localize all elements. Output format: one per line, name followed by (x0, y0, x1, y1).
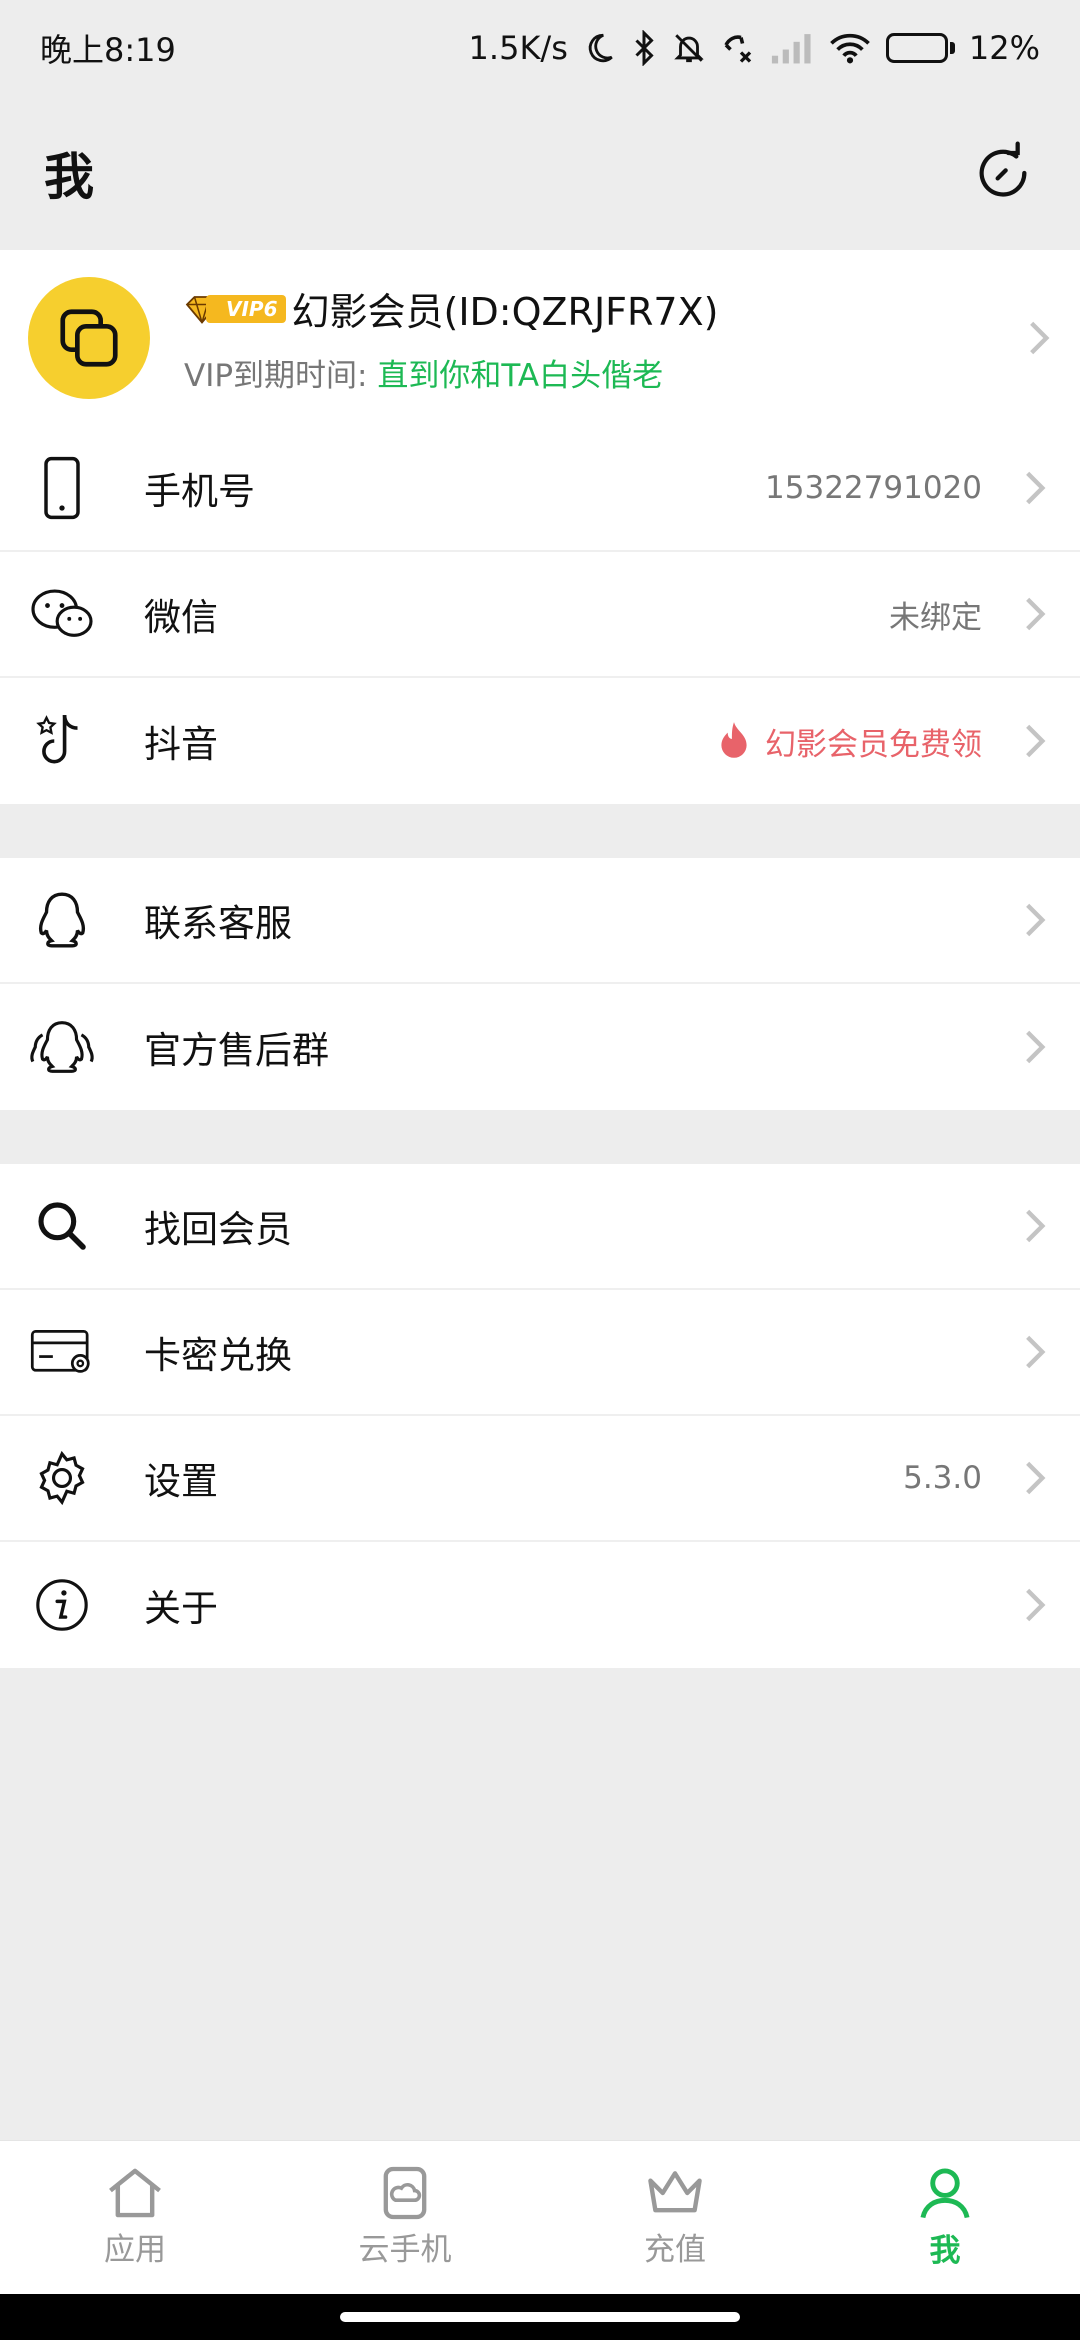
row-wechat[interactable]: 微信 未绑定 (0, 552, 1080, 678)
row-settings-label: 设置 (144, 1460, 218, 1503)
row-settings[interactable]: 设置 5.3.0 (0, 1416, 1080, 1542)
profile-card[interactable]: VIP6 幻影会员(ID:QZRJFR7X) VIP到期时间: 直到你和TA白头… (0, 250, 1080, 426)
home-indicator[interactable] (340, 2312, 740, 2322)
profile-info: VIP6 幻影会员(ID:QZRJFR7X) VIP到期时间: 直到你和TA白头… (184, 281, 1026, 395)
refresh-icon (979, 141, 1027, 197)
avatar (28, 277, 150, 399)
vip-expiry-value: 直到你和TA白头偕老 (377, 358, 664, 394)
battery-icon (885, 33, 955, 63)
flame-icon (721, 722, 747, 758)
row-phone-value: 15322791020 (765, 470, 982, 506)
chevron-right-icon (1026, 318, 1052, 358)
qq-group-icon (28, 1013, 96, 1081)
chevron-right-icon (1022, 468, 1048, 508)
chevron-right-icon (1022, 594, 1048, 634)
chevron-right-icon (1022, 1585, 1048, 1625)
nav-recharge-label: 充值 (644, 2232, 706, 2268)
status-icons: 1.5K/s 12% (469, 28, 1040, 68)
crown-icon (648, 2171, 702, 2213)
wechat-icon (28, 580, 96, 648)
row-douyin[interactable]: 抖音 幻影会员免费领 (0, 678, 1080, 804)
signal-icon (770, 28, 814, 68)
search-icon (28, 1192, 96, 1260)
account-group: 手机号 15322791020 微信 未绑定 抖音 幻影会员免费领 (0, 426, 1080, 804)
row-recover-member[interactable]: 找回会员 (0, 1164, 1080, 1290)
profile-name-row: VIP6 幻影会员(ID:QZRJFR7X) (184, 281, 1026, 336)
call-blocked-icon (720, 28, 756, 68)
nav-cloud-phone-label: 云手机 (358, 2232, 452, 2268)
nav-apps[interactable]: 应用 (0, 2141, 270, 2294)
nav-me-label: 我 (929, 2233, 961, 2269)
row-customer-service[interactable]: 联系客服 (0, 858, 1080, 984)
moon-icon (582, 28, 616, 68)
row-about[interactable]: 关于 (0, 1542, 1080, 1668)
mute-bell-icon (672, 28, 706, 68)
chevron-right-icon (1022, 1332, 1048, 1372)
vip-badge: VIP6 (184, 294, 286, 324)
vip-level: VIP6 (206, 294, 286, 323)
qq-icon (28, 886, 96, 954)
row-card-redeem[interactable]: 卡密兑换 (0, 1290, 1080, 1416)
phone-icon (28, 454, 96, 522)
row-phone[interactable]: 手机号 15322791020 (0, 426, 1080, 552)
vip-expiry-label: VIP到期时间: (184, 358, 368, 394)
row-phone-label: 手机号 (144, 470, 255, 513)
person-icon (920, 2168, 970, 2219)
home-icon (109, 2168, 161, 2218)
chevron-right-icon (1022, 1458, 1048, 1498)
row-douyin-promo: 幻影会员免费领 (717, 719, 982, 764)
gear-icon (28, 1444, 96, 1512)
net-speed: 1.5K/s (468, 29, 568, 67)
info-icon (28, 1571, 96, 1639)
row-recover-member-label: 找回会员 (144, 1208, 292, 1251)
row-aftersales-group[interactable]: 官方售后群 (0, 984, 1080, 1110)
chevron-right-icon (1022, 900, 1048, 940)
nav-apps-label: 应用 (104, 2232, 166, 2268)
row-customer-service-label: 联系客服 (144, 902, 292, 945)
vip-expiry: VIP到期时间: 直到你和TA白头偕老 (184, 350, 1026, 395)
cloud-phone-icon (383, 2166, 427, 2220)
status-bar: 晚上8:19 1.5K/s 12% (0, 0, 1080, 96)
nav-recharge[interactable]: 充值 (540, 2141, 810, 2294)
nav-cloud-phone[interactable]: 云手机 (270, 2141, 540, 2294)
wifi-icon (828, 28, 872, 68)
row-about-label: 关于 (144, 1587, 218, 1630)
row-aftersales-group-label: 官方售后群 (144, 1029, 329, 1072)
refresh-button[interactable] (970, 140, 1036, 206)
bluetooth-icon (630, 28, 658, 68)
chevron-right-icon (1022, 1027, 1048, 1067)
tiktok-icon (28, 707, 96, 775)
profile-name: 幻影会员(ID:QZRJFR7X) (291, 290, 719, 334)
copy-logo-icon (60, 309, 118, 367)
chevron-right-icon (1022, 1206, 1048, 1246)
battery-percent: 12% (968, 29, 1040, 67)
header: 我 (0, 96, 1080, 250)
row-wechat-label: 微信 (144, 596, 218, 639)
card-icon (28, 1318, 96, 1386)
chevron-right-icon (1022, 721, 1048, 761)
promo-text: 幻影会员免费领 (765, 726, 982, 763)
gesture-bar (0, 2294, 1080, 2340)
status-time: 晚上8:19 (40, 31, 176, 69)
row-douyin-label: 抖音 (144, 723, 218, 766)
tools-group: 找回会员 卡密兑换 设置 5.3.0 关于 (0, 1164, 1080, 1668)
app-version: 5.3.0 (903, 1460, 982, 1496)
support-group: 联系客服 官方售后群 (0, 858, 1080, 1110)
page-title: 我 (44, 148, 94, 206)
row-wechat-value: 未绑定 (889, 599, 982, 636)
nav-me[interactable]: 我 (810, 2141, 1080, 2294)
row-card-redeem-label: 卡密兑换 (144, 1334, 292, 1377)
bottom-nav: 应用 云手机 充值 我 (0, 2140, 1080, 2294)
